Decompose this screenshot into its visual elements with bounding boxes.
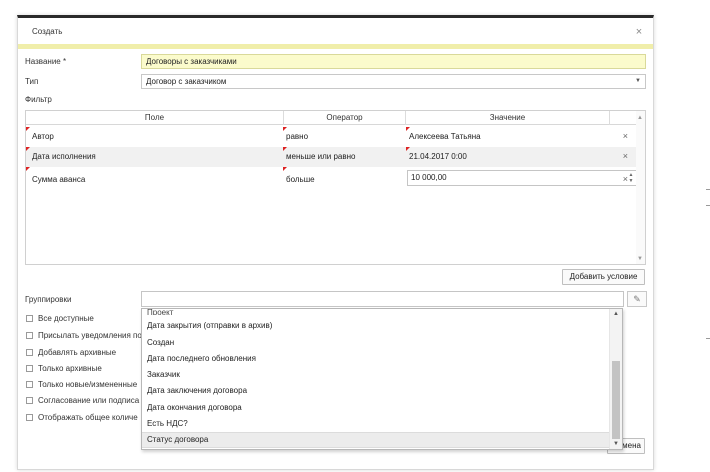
dropdown-option[interactable]: Проект xyxy=(142,309,610,315)
row-value[interactable]: Алексеева Татьяна xyxy=(409,132,481,141)
required-marker xyxy=(283,147,287,151)
dropdown-option[interactable]: Есть НДС? xyxy=(142,416,610,432)
row-operator[interactable]: больше xyxy=(286,175,315,184)
grouping-label: Группировки xyxy=(25,295,72,304)
required-marker xyxy=(26,167,30,171)
chevron-down-icon: ▼ xyxy=(635,78,641,84)
checkbox-only-archived[interactable]: Только архивные xyxy=(26,364,102,376)
required-marker xyxy=(26,147,30,151)
screen: Создать × Название * Договоры с заказчик… xyxy=(0,0,710,472)
dropdown-option-selected[interactable]: Статус договора xyxy=(142,432,610,448)
type-select-value: Договор с заказчиком xyxy=(146,77,227,86)
scroll-up-icon[interactable]: ▲ xyxy=(613,311,619,317)
checkbox-label: Все доступные xyxy=(38,314,94,323)
amount-spinner-input[interactable]: 10 000,00 ▲ ▼ xyxy=(407,170,638,186)
required-marker xyxy=(283,127,287,131)
column-header-value: Значение xyxy=(489,113,526,122)
grid-header: Поле Оператор Значение xyxy=(26,111,645,125)
scroll-down-icon[interactable]: ▼ xyxy=(637,256,643,262)
name-input[interactable]: Договоры с заказчиками xyxy=(141,54,646,69)
checkbox-add-archived[interactable]: Добавлять архивные xyxy=(26,348,116,360)
checkbox-box[interactable] xyxy=(26,315,33,322)
row-value[interactable]: 21.04.2017 0:00 xyxy=(409,152,467,161)
pencil-icon[interactable]: ✎ xyxy=(627,291,647,307)
remove-row-icon[interactable]: × xyxy=(623,131,628,141)
edge-mark xyxy=(706,189,710,190)
required-marker xyxy=(406,127,410,131)
dropdown-option[interactable]: Дата последнего обновления xyxy=(142,351,610,367)
table-row[interactable]: Сумма аванса больше 10 000,00 ▲ ▼ × xyxy=(26,167,638,191)
dropdown-scrollbar[interactable]: ▲ ▼ xyxy=(609,309,622,449)
checkbox-show-total-count[interactable]: Отображать общее количе xyxy=(26,413,138,425)
grid-scrollbar[interactable]: ▲ ▼ xyxy=(636,111,645,264)
column-header-field: Поле xyxy=(144,113,165,122)
dropdown-option[interactable]: Создан xyxy=(142,335,610,351)
row-field[interactable]: Дата исполнения xyxy=(32,152,96,161)
checkbox-only-new-changed[interactable]: Только новые/измененные xyxy=(26,380,137,392)
dialog-header: Создать × xyxy=(18,18,653,45)
checkbox-label: Отображать общее количе xyxy=(38,413,138,422)
table-row[interactable]: Дата исполнения меньше или равно 21.04.2… xyxy=(26,147,638,167)
checkbox-box[interactable] xyxy=(26,332,33,339)
row-field[interactable]: Сумма аванса xyxy=(32,175,85,184)
edge-mark xyxy=(706,205,710,206)
name-label: Название * xyxy=(25,57,67,66)
required-marker xyxy=(26,127,30,131)
checkbox-label: Только архивные xyxy=(38,364,102,373)
required-marker xyxy=(283,167,287,171)
create-dialog: Создать × Название * Договоры с заказчик… xyxy=(17,15,654,470)
type-label: Тип xyxy=(25,77,39,86)
checkbox-box[interactable] xyxy=(26,397,33,404)
row-field[interactable]: Автор xyxy=(32,132,54,141)
edge-mark xyxy=(706,338,710,339)
column-separator xyxy=(609,111,610,125)
remove-row-icon[interactable]: × xyxy=(623,174,628,184)
checkbox-label: Согласование или подписа xyxy=(38,396,140,405)
required-marker xyxy=(406,147,410,151)
filter-grid: Поле Оператор Значение Автор равно Алекс… xyxy=(25,110,646,265)
checkbox-all-available[interactable]: Все доступные xyxy=(26,314,94,326)
checkbox-box[interactable] xyxy=(26,349,33,356)
grouping-input[interactable] xyxy=(141,291,624,307)
scroll-up-icon[interactable]: ▲ xyxy=(637,115,643,121)
checkbox-box[interactable] xyxy=(26,365,33,372)
remove-row-icon[interactable]: × xyxy=(623,151,628,161)
type-select[interactable]: Договор с заказчиком ▼ xyxy=(141,74,646,89)
column-header-operator: Оператор xyxy=(326,113,363,122)
scrollbar-thumb[interactable] xyxy=(612,361,620,439)
checkbox-label: Только новые/измененные xyxy=(38,380,138,389)
table-row[interactable]: Автор равно Алексеева Татьяна × xyxy=(26,127,638,147)
row-operator[interactable]: равно xyxy=(286,132,308,141)
dialog-title: Создать xyxy=(32,27,63,36)
header-accent-line xyxy=(18,44,653,49)
checkbox-send-notifications[interactable]: Присылать уведомления по xyxy=(26,331,142,343)
dropdown-option[interactable]: Дата окончания договора xyxy=(142,400,610,416)
dropdown-option[interactable]: Дата заключения договора xyxy=(142,383,610,399)
checkbox-approval-signing[interactable]: Согласование или подписа xyxy=(26,396,139,408)
close-icon[interactable]: × xyxy=(633,26,645,38)
checkbox-label: Присылать уведомления по xyxy=(38,331,142,340)
row-value: 10 000,00 xyxy=(411,173,447,182)
checkbox-label: Добавлять архивные xyxy=(38,348,117,357)
row-operator[interactable]: меньше или равно xyxy=(286,152,355,161)
add-condition-button[interactable]: Добавить условие xyxy=(562,269,645,285)
filter-label: Фильтр xyxy=(25,95,52,104)
dropdown-option[interactable]: Заказчик xyxy=(142,367,610,383)
checkbox-box[interactable] xyxy=(26,381,33,388)
scroll-down-icon[interactable]: ▼ xyxy=(613,441,619,447)
grouping-dropdown[interactable]: Проект Дата закрытия (отправки в архив) … xyxy=(141,308,623,450)
dropdown-option[interactable]: Дата закрытия (отправки в архив) xyxy=(142,318,610,334)
checkbox-box[interactable] xyxy=(26,414,33,421)
